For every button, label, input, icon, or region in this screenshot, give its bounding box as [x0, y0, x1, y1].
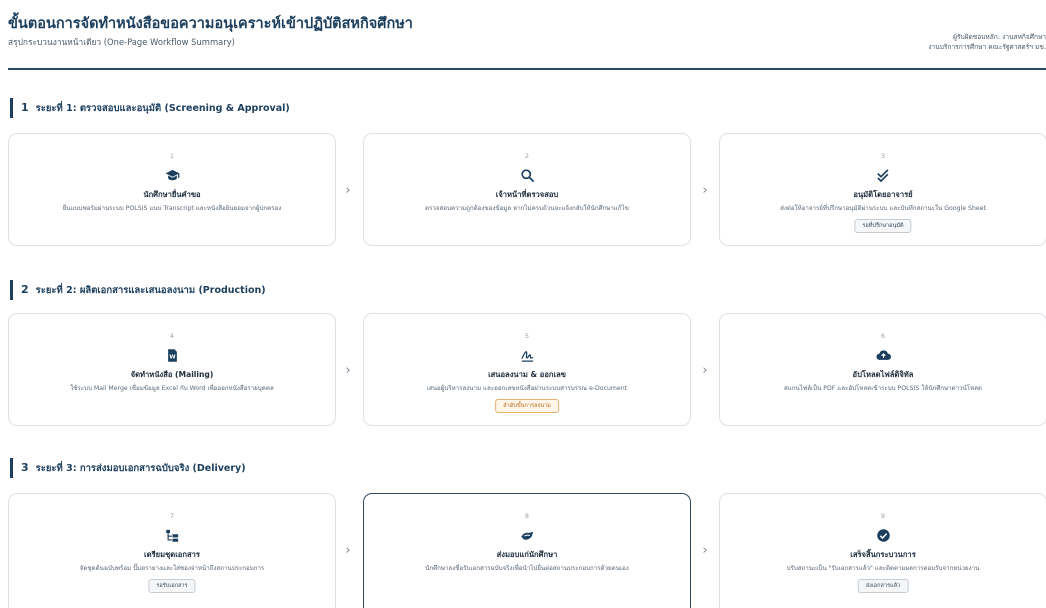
- step-number: 6: [880, 332, 886, 340]
- graduation-cap-icon: [163, 166, 181, 184]
- step-description: สแกนไฟล์เป็น PDF และอัปโหลดเข้าระบบ POLS…: [784, 385, 982, 392]
- status-badge: ส่งเอกสารแล้ว: [857, 579, 909, 593]
- step-title: จัดทำหนังสือ (Mailing): [130, 370, 214, 379]
- step-description: ใช้ระบบ Mail Merge เชื่อมข้อมูล Excel กั…: [70, 385, 274, 392]
- step-description: ปรับสถานะเป็น "รับเอกสารแล้ว" และติดตามผ…: [786, 565, 980, 572]
- step-card-4[interactable]: 4 W จัดทำหนังสือ (Mailing) ใช้ระบบ Mail …: [8, 313, 336, 426]
- chevron-right-icon: ›: [345, 363, 351, 378]
- page-title: ขั้นตอนการจัดทำหนังสือขอความอนุเคราะห์เข…: [8, 16, 413, 32]
- step-description: ยื่นแบบฟอร์มผ่านระบบ POLSIS แนบ Transcri…: [62, 205, 282, 212]
- check-circle-icon: [874, 526, 892, 544]
- responsible-line-1: ผู้รับผิดชอบหลัก: งานสหกิจศึกษา: [953, 33, 1046, 41]
- chevron-right-icon: ›: [702, 183, 708, 198]
- step-description: ตรวจสอบความถูกต้องของข้อมูล หากไม่ครบถ้ว…: [425, 205, 629, 212]
- phase-number: 1: [21, 101, 29, 114]
- phase-label: ระยะที่ 1: ตรวจสอบและอนุมัติ (Screening …: [35, 103, 290, 114]
- chevron-right-icon: ›: [345, 183, 351, 198]
- step-number: 3: [880, 152, 886, 160]
- phase-label: ระยะที่ 3: การส่งมอบเอกสารฉบับจริง (Deli…: [35, 463, 246, 474]
- step-card-3[interactable]: 3 อนุมัติโดยอาจารย์ ส่งต่อให้อาจารย์ที่ป…: [719, 133, 1046, 246]
- step-number: 4: [169, 332, 175, 340]
- cloud-upload-icon: [874, 346, 892, 364]
- step-title: เจ้าหน้าที่ตรวจสอบ: [495, 190, 559, 199]
- step-description: เสนอผู้บริหารลงนาม และออกเลขหนังสือผ่านร…: [426, 385, 628, 392]
- step-card-9[interactable]: 9 เสร็จสิ้นกระบวนการ ปรับสถานะเป็น "รับเ…: [719, 493, 1046, 608]
- chevron-right-icon: ›: [345, 543, 351, 558]
- word-document-icon: W: [163, 346, 181, 364]
- folder-tree-icon: [163, 526, 181, 544]
- chevron-right-icon: ›: [702, 543, 708, 558]
- status-badge: รอที่ปรึกษาอนุมัติ: [854, 219, 912, 233]
- page-subtitle: สรุปกระบวนงานหน้าเดียว (One-Page Workflo…: [8, 37, 235, 47]
- step-card-6[interactable]: 6 อัปโหลดไฟล์ดิจิทัล สแกนไฟล์เป็น PDF แล…: [719, 313, 1046, 426]
- step-title: เสร็จสิ้นกระบวนการ: [850, 550, 916, 559]
- responsible-info: ผู้รับผิดชอบหลัก: งานสหกิจศึกษา งานบริกา…: [928, 32, 1046, 52]
- step-number: 7: [169, 512, 175, 520]
- step-title: เตรียมชุดเอกสาร: [144, 550, 200, 559]
- page-header: ขั้นตอนการจัดทำหนังสือขอความอนุเคราะห์เข…: [8, 0, 1046, 70]
- step-number: 8: [524, 512, 530, 520]
- step-card-5[interactable]: 5 เสนอลงนาม & ออกเลข เสนอผู้บริหารลงนาม …: [363, 313, 691, 426]
- step-card-2[interactable]: 2 เจ้าหน้าที่ตรวจสอบ ตรวจสอบความถูกต้องข…: [363, 133, 691, 246]
- status-badge: ลำดับขั้นการลงนาม: [495, 399, 559, 413]
- status-badge: รอรับเอกสาร: [148, 579, 196, 593]
- step-title: อัปโหลดไฟล์ดิจิทัล: [852, 370, 914, 379]
- step-title: ส่งมอบแก่นักศึกษา: [496, 550, 558, 559]
- phase-label: ระยะที่ 2: ผลิตเอกสารและเสนอลงนาม (Produ…: [35, 285, 266, 296]
- step-description: นักศึกษาลงชื่อรับเอกสารฉบับจริงเพื่อนำไป…: [425, 565, 629, 572]
- phase-1-heading: 1 ระยะที่ 1: ตรวจสอบและอนุมัติ (Screening…: [10, 98, 290, 118]
- step-card-7[interactable]: 7 เตรียมชุดเอกสาร จัดชุดต้นฉบับพร้อม ปั๊…: [8, 493, 336, 608]
- phase-number: 2: [21, 283, 29, 296]
- svg-text:W: W: [169, 354, 176, 360]
- step-number: 5: [524, 332, 530, 340]
- step-title: เสนอลงนาม & ออกเลข: [488, 370, 566, 379]
- chevron-right-icon: ›: [702, 363, 708, 378]
- step-number: 2: [524, 152, 530, 160]
- step-card-8[interactable]: 8 ส่งมอบแก่นักศึกษา นักศึกษาลงชื่อรับเอก…: [363, 493, 691, 608]
- phase-number: 3: [21, 461, 29, 474]
- phase-2-heading: 2 ระยะที่ 2: ผลิตเอกสารและเสนอลงนาม (Prod…: [10, 280, 266, 300]
- step-number: 9: [880, 512, 886, 520]
- signature-icon: [518, 346, 536, 364]
- handshake-icon: [518, 526, 536, 544]
- responsible-line-2: งานบริการการศึกษา คณะรัฐศาสตร์ฯ มข.: [928, 43, 1046, 51]
- step-description: ส่งต่อให้อาจารย์ที่ปรึกษาอนุมัติผ่านระบบ…: [780, 205, 986, 212]
- step-title: อนุมัติโดยอาจารย์: [853, 190, 913, 199]
- double-check-icon: [874, 166, 892, 184]
- phase-3-heading: 3 ระยะที่ 3: การส่งมอบเอกสารฉบับจริง (Del…: [10, 458, 246, 478]
- step-card-1[interactable]: 1 นักศึกษายื่นคำขอ ยื่นแบบฟอร์มผ่านระบบ …: [8, 133, 336, 246]
- step-title: นักศึกษายื่นคำขอ: [143, 190, 201, 199]
- step-description: จัดชุดต้นฉบับพร้อม ปั๊มตรายางและใส่ซองจ่…: [79, 565, 265, 572]
- step-number: 1: [169, 152, 175, 160]
- search-icon: [518, 166, 536, 184]
